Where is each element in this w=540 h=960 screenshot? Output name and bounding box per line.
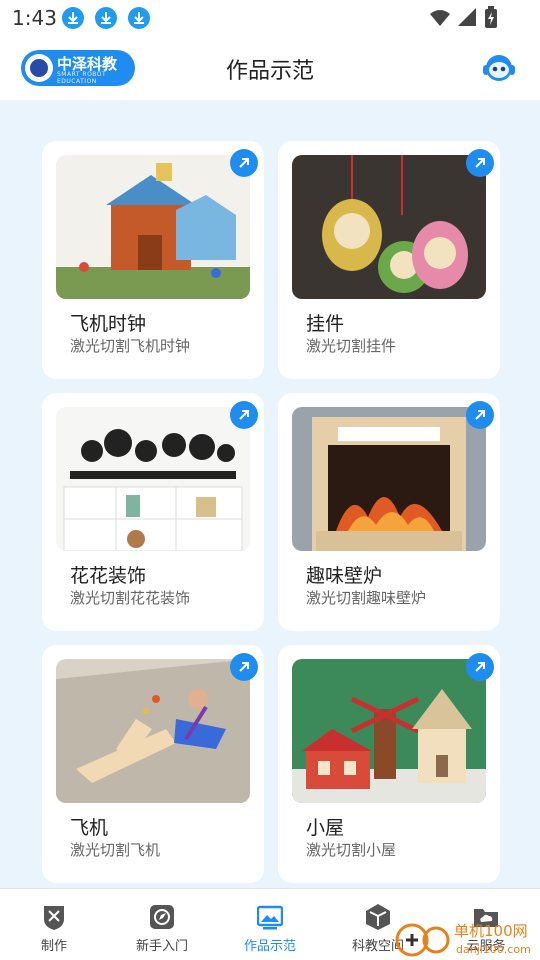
download-icon [95, 7, 117, 29]
work-card-fireplace[interactable]: 趣味壁炉 激光切割趣味壁炉 [278, 393, 500, 631]
work-title: 花花装饰 [70, 565, 147, 587]
watermark-brand: 单机100网 [454, 922, 528, 940]
status-time: 1:43 [12, 6, 57, 30]
download-icon [128, 7, 150, 29]
work-image [292, 155, 486, 299]
work-description: 激光切割趣味壁炉 [306, 589, 427, 607]
work-card-airplane[interactable]: 飞机 激光切割飞机 [42, 645, 264, 883]
compass-icon [149, 903, 175, 931]
work-description: 激光切割飞机时钟 [70, 337, 191, 355]
customer-service-icon[interactable] [482, 51, 516, 85]
tab-make[interactable]: 制作 [0, 889, 108, 960]
work-image [292, 407, 486, 551]
tab-showcase[interactable]: 作品示范 [216, 889, 324, 960]
cube-icon [365, 903, 391, 931]
work-title: 飞机 [70, 817, 109, 839]
status-bar: 1:43 [0, 0, 540, 36]
work-card-plane-clock[interactable]: 飞机时钟 激光切割飞机时钟 [42, 141, 264, 379]
open-arrow-icon[interactable] [230, 653, 258, 681]
open-arrow-icon[interactable] [466, 149, 494, 177]
work-card-flower-decor[interactable]: 花花装饰 激光切割花花装饰 [42, 393, 264, 631]
battery-icon [485, 6, 497, 28]
work-card-cottage[interactable]: 小屋 激光切割小屋 [278, 645, 500, 883]
download-icon [62, 7, 84, 29]
page-title: 作品示范 [225, 59, 314, 84]
work-title: 小屋 [306, 817, 345, 839]
work-title: 趣味壁炉 [306, 565, 383, 587]
open-arrow-icon[interactable] [466, 653, 494, 681]
open-arrow-icon[interactable] [230, 401, 258, 429]
work-card-pendant[interactable]: 挂件 激光切割挂件 [278, 141, 500, 379]
signal-icon [458, 8, 476, 26]
work-title: 飞机时钟 [70, 313, 147, 335]
work-description: 激光切割花花装饰 [70, 589, 191, 607]
watermark-url: danji100.com [456, 943, 531, 956]
open-arrow-icon[interactable] [466, 401, 494, 429]
works-grid: 飞机时钟 激光切割飞机时钟 挂件 激光切割挂件 花花装饰 激光切割花花装饰 趣味… [0, 100, 540, 888]
app-header: 中泽科教 SMART ROBOT EDUCATION 作品示范 [0, 36, 540, 100]
work-title: 挂件 [306, 313, 345, 335]
tab-label: 新手入门 [135, 939, 188, 954]
work-description: 激光切割小屋 [306, 841, 397, 859]
work-image [56, 155, 250, 299]
image-frame-icon [256, 903, 284, 931]
work-image [292, 659, 486, 803]
site-watermark: 单机100网 danji100.com [392, 916, 540, 960]
work-image [56, 659, 250, 803]
work-description: 激光切割挂件 [306, 337, 397, 355]
tools-shield-icon [41, 903, 67, 931]
work-description: 激光切割飞机 [70, 841, 161, 859]
tab-label: 制作 [40, 939, 67, 954]
status-icons [428, 6, 500, 34]
tab-label: 作品示范 [243, 939, 296, 954]
work-image [56, 407, 250, 551]
wifi-icon [430, 10, 450, 26]
tab-beginner[interactable]: 新手入门 [108, 889, 216, 960]
open-arrow-icon[interactable] [230, 149, 258, 177]
